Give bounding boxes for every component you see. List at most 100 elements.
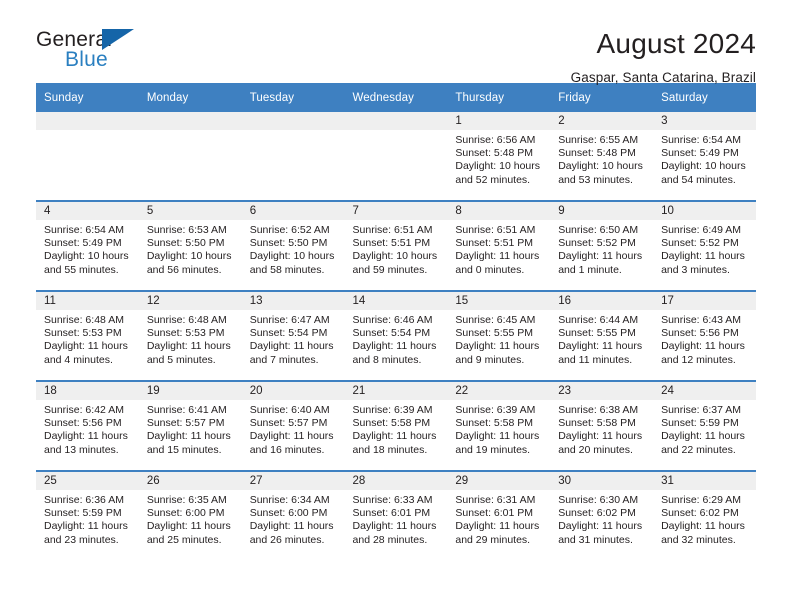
calendar-day-cell[interactable]: 16 Sunrise: 6:44 AM Sunset: 5:55 PM Dayligh… — [550, 290, 654, 381]
day-number: 17 — [653, 292, 756, 310]
day-sun-info: Sunrise: 6:40 AM Sunset: 5:57 PM Daylight:… — [242, 400, 345, 457]
day-cell-inner: 21 Sunrise: 6:39 AM Sunset: 5:58 PM Dayligh… — [344, 382, 448, 470]
weekday-header-tuesday: Tuesday — [241, 83, 345, 112]
sunset-text: Sunset: 6:02 PM — [558, 507, 636, 520]
day-number: 30 — [550, 472, 654, 490]
calendar-day-cell[interactable]: 29 Sunrise: 6:31 AM Sunset: 6:01 PM Dayligh… — [447, 470, 551, 560]
day-number: 15 — [447, 292, 551, 310]
day-sun-info: Sunrise: 6:42 AM Sunset: 5:56 PM Daylight:… — [36, 400, 139, 457]
day-sun-info: Sunrise: 6:35 AM Sunset: 6:00 PM Daylight:… — [139, 490, 242, 547]
daylight-text: Daylight: 11 hours and 25 minutes. — [146, 520, 231, 546]
daylight-text: Daylight: 11 hours and 0 minutes. — [455, 250, 540, 276]
sunrise-text: Sunrise: 6:45 AM — [455, 314, 536, 326]
calendar-day-cell[interactable]: 5 Sunrise: 6:53 AM Sunset: 5:50 PM Daylight… — [138, 200, 242, 291]
calendar-week-row: 25 Sunrise: 6:36 AM Sunset: 5:59 PM Dayligh… — [36, 470, 756, 560]
day-cell-inner: 4 Sunrise: 6:54 AM Sunset: 5:49 PM Daylight… — [36, 202, 139, 290]
calendar-day-cell[interactable]: 21 Sunrise: 6:39 AM Sunset: 5:58 PM Dayligh… — [344, 380, 448, 471]
sunset-text: Sunset: 5:57 PM — [249, 417, 328, 430]
calendar-day-cell[interactable]: 28 Sunrise: 6:33 AM Sunset: 6:01 PM Dayligh… — [344, 470, 448, 560]
calendar-day-cell[interactable]: 31 Sunrise: 6:29 AM Sunset: 6:02 PM Dayligh… — [653, 470, 756, 560]
sunrise-text: Sunrise: 6:53 AM — [146, 224, 227, 236]
day-sun-info: Sunrise: 6:41 AM Sunset: 5:57 PM Daylight:… — [139, 400, 242, 457]
day-sun-info: Sunrise: 6:56 AM Sunset: 5:48 PM Daylight:… — [447, 130, 550, 187]
weekday-header-wednesday: Wednesday — [344, 83, 448, 112]
sunrise-text: Sunrise: 6:38 AM — [558, 404, 639, 416]
day-cell-inner: 24 Sunrise: 6:37 AM Sunset: 5:59 PM Dayligh… — [653, 382, 756, 470]
sunrise-text: Sunrise: 6:49 AM — [661, 224, 742, 236]
day-number: 11 — [36, 292, 139, 310]
day-number: 6 — [241, 202, 345, 220]
calendar-day-cell[interactable]: 4 Sunrise: 6:54 AM Sunset: 5:49 PM Daylight… — [36, 200, 139, 291]
sunset-text: Sunset: 5:54 PM — [352, 327, 431, 340]
sunset-text: Sunset: 6:00 PM — [146, 507, 225, 520]
calendar-day-cell[interactable]: 15 Sunrise: 6:45 AM Sunset: 5:55 PM Dayligh… — [447, 290, 551, 381]
calendar-day-cell[interactable]: 30 Sunrise: 6:30 AM Sunset: 6:02 PM Dayligh… — [550, 470, 654, 560]
day-cell-inner: 14 Sunrise: 6:46 AM Sunset: 5:54 PM Dayligh… — [344, 292, 448, 380]
day-sun-info: Sunrise: 6:52 AM Sunset: 5:50 PM Daylight:… — [242, 220, 345, 277]
day-cell-inner: 8 Sunrise: 6:51 AM Sunset: 5:51 PM Daylight… — [447, 202, 551, 290]
sunrise-text: Sunrise: 6:35 AM — [146, 494, 227, 506]
daylight-text: Daylight: 11 hours and 19 minutes. — [455, 430, 540, 456]
title-block: August 2024 Gaspar, Santa Catarina, Braz… — [571, 28, 756, 87]
calendar-day-cell[interactable]: 1 Sunrise: 6:56 AM Sunset: 5:48 PM Daylight… — [447, 112, 551, 201]
daylight-text: Daylight: 11 hours and 3 minutes. — [661, 250, 745, 276]
calendar-day-cell[interactable]: 11 Sunrise: 6:48 AM Sunset: 5:53 PM Dayligh… — [36, 290, 139, 381]
calendar-day-cell[interactable]: 10 Sunrise: 6:49 AM Sunset: 5:52 PM Dayligh… — [653, 200, 756, 291]
calendar-day-cell[interactable]: 20 Sunrise: 6:40 AM Sunset: 5:57 PM Dayligh… — [241, 380, 345, 471]
sunrise-text: Sunrise: 6:43 AM — [661, 314, 742, 326]
day-number: 24 — [653, 382, 756, 400]
sunset-text: Sunset: 5:50 PM — [146, 237, 225, 250]
calendar-day-cell-empty — [138, 112, 242, 201]
sunset-text: Sunset: 5:58 PM — [558, 417, 636, 430]
day-cell-inner: 12 Sunrise: 6:48 AM Sunset: 5:53 PM Dayligh… — [138, 292, 242, 380]
calendar-day-cell[interactable]: 27 Sunrise: 6:34 AM Sunset: 6:00 PM Dayligh… — [241, 470, 345, 560]
calendar-day-cell[interactable]: 7 Sunrise: 6:51 AM Sunset: 5:51 PM Daylight… — [344, 200, 448, 291]
sunset-text: Sunset: 6:02 PM — [661, 507, 739, 520]
sunset-text: Sunset: 6:01 PM — [455, 507, 534, 520]
day-sun-info: Sunrise: 6:53 AM Sunset: 5:50 PM Daylight:… — [139, 220, 242, 277]
day-cell-inner: 25 Sunrise: 6:36 AM Sunset: 5:59 PM Dayligh… — [36, 472, 139, 560]
page-title: August 2024 — [596, 28, 756, 59]
day-cell-inner: 5 Sunrise: 6:53 AM Sunset: 5:50 PM Daylight… — [138, 202, 242, 290]
day-cell-inner: 16 Sunrise: 6:44 AM Sunset: 5:55 PM Dayligh… — [550, 292, 654, 380]
calendar-day-cell[interactable]: 22 Sunrise: 6:39 AM Sunset: 5:58 PM Dayligh… — [447, 380, 551, 471]
calendar-day-cell[interactable]: 14 Sunrise: 6:46 AM Sunset: 5:54 PM Dayligh… — [344, 290, 448, 381]
daylight-text: Daylight: 10 hours and 55 minutes. — [44, 250, 129, 276]
day-cell-inner: 20 Sunrise: 6:40 AM Sunset: 5:57 PM Dayligh… — [241, 382, 345, 470]
day-cell-inner: 28 Sunrise: 6:33 AM Sunset: 6:01 PM Dayligh… — [344, 472, 448, 560]
daylight-text: Daylight: 11 hours and 4 minutes. — [44, 340, 128, 366]
sunrise-text: Sunrise: 6:52 AM — [249, 224, 330, 236]
calendar-day-cell[interactable]: 19 Sunrise: 6:41 AM Sunset: 5:57 PM Dayligh… — [138, 380, 242, 471]
calendar-day-cell[interactable]: 3 Sunrise: 6:54 AM Sunset: 5:49 PM Daylight… — [653, 112, 756, 201]
day-cell-inner: 17 Sunrise: 6:43 AM Sunset: 5:56 PM Dayligh… — [653, 292, 756, 380]
day-cell-inner: 31 Sunrise: 6:29 AM Sunset: 6:02 PM Dayligh… — [653, 472, 756, 560]
general-blue-logo[interactable]: General Blue — [36, 28, 154, 74]
calendar-day-cell[interactable]: 12 Sunrise: 6:48 AM Sunset: 5:53 PM Dayligh… — [138, 290, 242, 381]
day-sun-info: Sunrise: 6:54 AM Sunset: 5:49 PM Daylight:… — [653, 130, 756, 187]
calendar-day-cell[interactable]: 18 Sunrise: 6:42 AM Sunset: 5:56 PM Dayligh… — [36, 380, 139, 471]
calendar-day-cell[interactable]: 9 Sunrise: 6:50 AM Sunset: 5:52 PM Daylight… — [550, 200, 654, 291]
calendar-day-cell[interactable]: 17 Sunrise: 6:43 AM Sunset: 5:56 PM Dayligh… — [653, 290, 756, 381]
calendar-day-cell[interactable]: 8 Sunrise: 6:51 AM Sunset: 5:51 PM Daylight… — [447, 200, 551, 291]
day-number: 8 — [447, 202, 551, 220]
calendar-day-cell[interactable]: 23 Sunrise: 6:38 AM Sunset: 5:58 PM Dayligh… — [550, 380, 654, 471]
day-number: 20 — [241, 382, 345, 400]
weekday-header-sunday: Sunday — [36, 83, 139, 112]
sunset-text: Sunset: 5:54 PM — [249, 327, 328, 340]
calendar-week-row: 4 Sunrise: 6:54 AM Sunset: 5:49 PM Daylight… — [36, 200, 756, 291]
sunset-text: Sunset: 6:01 PM — [352, 507, 431, 520]
sunrise-text: Sunrise: 6:44 AM — [558, 314, 639, 326]
day-cell-inner — [241, 112, 345, 200]
logo-text-blue: Blue — [65, 48, 108, 71]
calendar-day-cell[interactable]: 13 Sunrise: 6:47 AM Sunset: 5:54 PM Dayligh… — [241, 290, 345, 381]
calendar-day-cell[interactable]: 6 Sunrise: 6:52 AM Sunset: 5:50 PM Daylight… — [241, 200, 345, 291]
sunrise-text: Sunrise: 6:48 AM — [44, 314, 124, 326]
day-sun-info: Sunrise: 6:49 AM Sunset: 5:52 PM Daylight:… — [653, 220, 756, 277]
sunrise-text: Sunrise: 6:50 AM — [558, 224, 639, 236]
day-number: 2 — [550, 112, 654, 130]
calendar-day-cell[interactable]: 2 Sunrise: 6:55 AM Sunset: 5:48 PM Daylight… — [550, 112, 654, 201]
calendar-day-cell[interactable]: 24 Sunrise: 6:37 AM Sunset: 5:59 PM Dayligh… — [653, 380, 756, 471]
calendar-day-cell[interactable]: 25 Sunrise: 6:36 AM Sunset: 5:59 PM Dayligh… — [36, 470, 139, 560]
calendar-day-cell[interactable]: 26 Sunrise: 6:35 AM Sunset: 6:00 PM Dayligh… — [138, 470, 242, 560]
sunset-text: Sunset: 5:56 PM — [44, 417, 122, 430]
